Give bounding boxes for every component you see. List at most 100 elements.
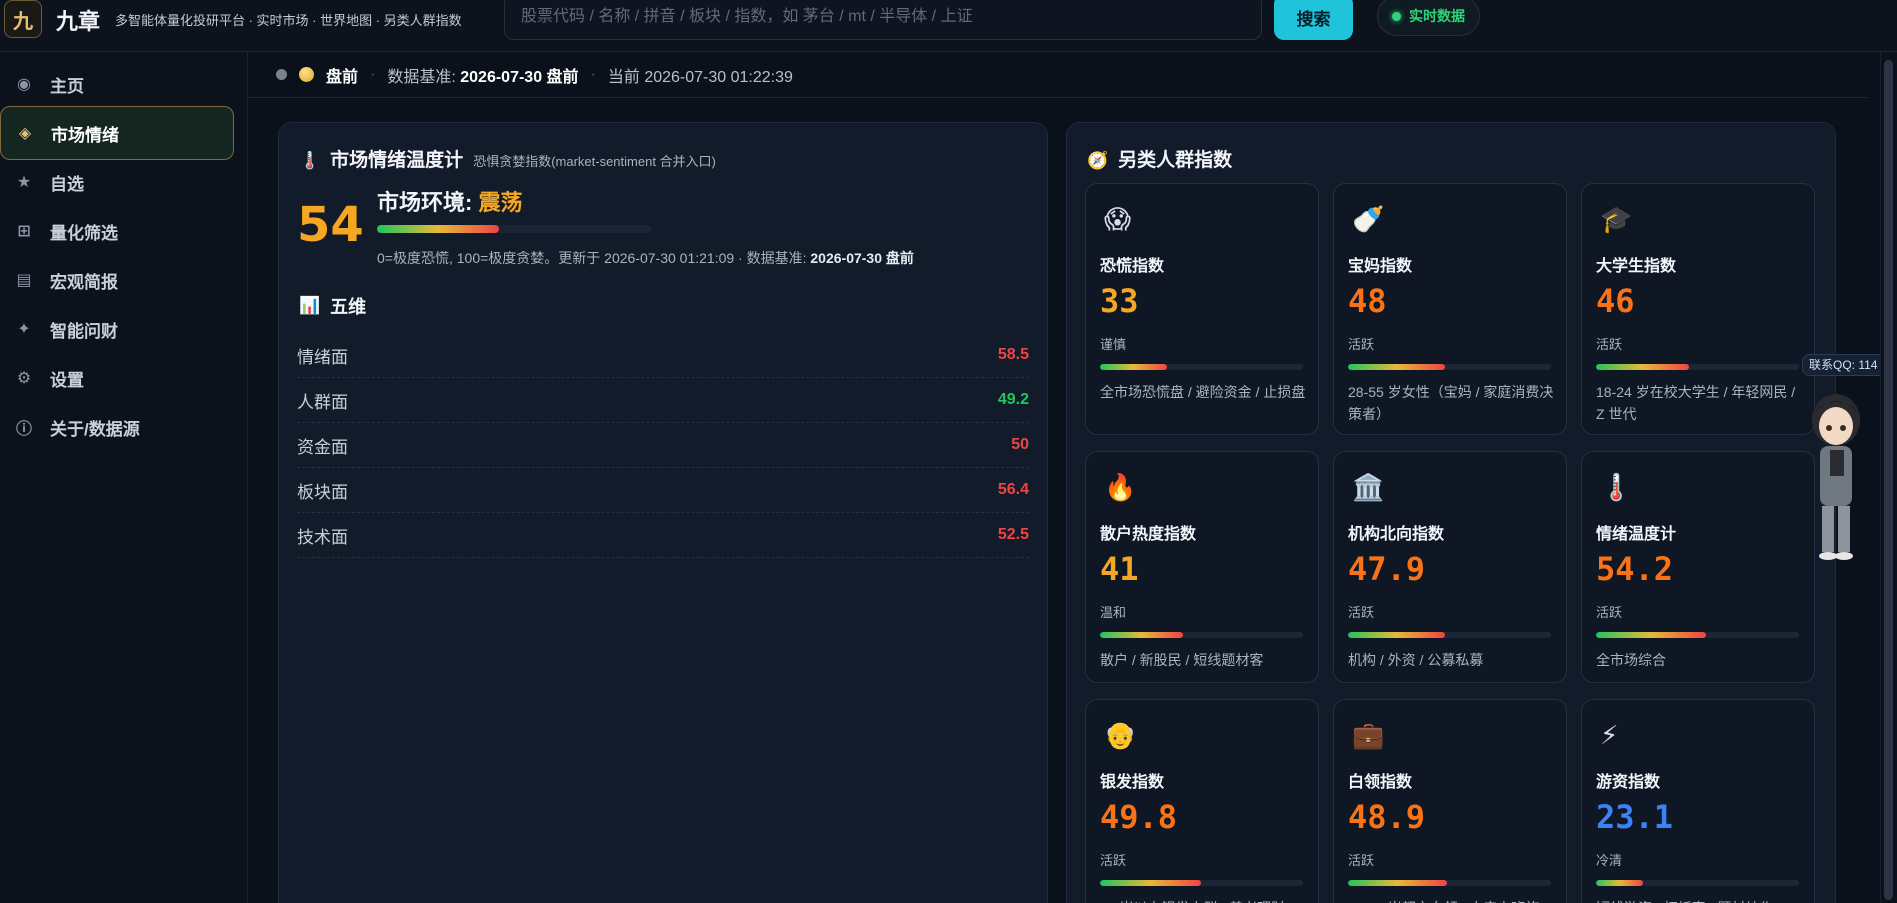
market-phase: 盘前 [326,68,359,86]
sidebar-item-label: 设置 [50,370,84,390]
sidebar-item-5[interactable]: ✦ 智能问财 [0,302,234,356]
gauge-note-base: 2026-07-30 盘前 [810,250,914,266]
market-environment: 市场环境: 震荡 [377,185,522,217]
card-value: 47.9 [1348,550,1426,588]
baby-bottle-icon: 🍼 [1352,204,1385,234]
scrollbar-thumb[interactable] [1884,60,1893,900]
sidebar-item-label: 市场情绪 [51,125,119,145]
sidebar-item-2[interactable]: ★ 自选 [0,155,234,209]
mascot-figure[interactable] [1796,380,1876,570]
card-level-bar-fill [1596,880,1643,886]
sparkle-icon: ✦ [17,321,31,338]
dimension-value: 56.4 [997,481,1029,498]
card-name: 机构北向指数 [1348,526,1445,543]
crowd-index-card[interactable]: 🏛️ 机构北向指数 47.9 活跃 机构 / 外资 / 公募私募 [1333,451,1567,683]
sidebar-item-4[interactable]: ▤ 宏观简报 [0,253,234,307]
crowd-index-card[interactable]: 🌡️ 情绪温度计 54.2 活跃 全市场综合 [1581,451,1815,683]
live-data-label: 实时数据 [1409,8,1465,24]
dimension-row: 资金面 50 [297,423,1029,468]
fire-icon: 🔥 [1104,472,1137,502]
card-description: 散户 / 新股民 / 短线题材客 [1100,652,1264,668]
card-name: 银发指数 [1100,774,1165,791]
dimension-name: 板块面 [297,482,348,502]
dimension-row: 人群面 49.2 [297,378,1029,423]
sidebar-item-label: 智能问财 [50,321,118,341]
crowd-index-card[interactable]: 🔥 散户热度指数 41 温和 散户 / 新股民 / 短线题材客 [1085,451,1319,683]
card-level-bar-fill [1100,880,1202,886]
card-value: 49.8 [1100,798,1178,836]
card-value: 41 [1100,550,1139,588]
dimension-value: 50 [1011,436,1029,453]
app-subtitle: 多智能体量化投研平台 · 实时市场 · 世界地图 · 另类人群指数 [115,13,462,28]
card-description: 短线游资 / 打板客 / 题材炒作 [1596,897,1802,903]
card-name: 大学生指数 [1596,258,1677,275]
crowd-index-card[interactable]: ⚡ 游资指数 23.1 冷清短线游资 / 打板客 / 题材炒作 [1581,699,1815,903]
top-bar: 九 九章 多智能体量化投研平台 · 实时市场 · 世界地图 · 另类人群指数 搜… [0,0,1897,52]
crowd-index-card[interactable]: 💼 白领指数 48.9 活跃 25-45 岁都市白领 / 中产上班族 [1333,699,1567,903]
card-description: 25-45 岁都市白领 / 中产上班族 [1348,897,1554,903]
crowd-index-card[interactable]: 🍼 宝妈指数 48 活跃 28-55 岁女性（宝妈 / 家庭消费决策者） [1333,183,1567,435]
sidebar-item-3[interactable]: ⊞ 量化筛选 [0,204,234,258]
search-input[interactable] [504,0,1262,40]
card-name: 宝妈指数 [1348,258,1413,275]
card-value: 48.9 [1348,798,1426,836]
dimension-value: 58.5 [997,346,1029,363]
card-value: 23.1 [1596,798,1674,836]
card-level: 活跃 [1348,337,1375,352]
card-value: 48 [1348,282,1387,320]
compass-icon: 🧭 [1087,151,1109,170]
card-level-bar-fill [1596,364,1690,370]
list-icon: ▤ [16,272,32,289]
dimension-name: 情绪面 [297,347,348,367]
card-name: 游资指数 [1596,774,1661,791]
grid-icon: ⊞ [17,223,31,240]
gauge-note-text: 0=极度恐慌, 100=极度贪婪。更新于 2026-07-30 01:21:09… [377,250,807,266]
star-icon: ★ [16,174,32,191]
gear-icon: ⚙ [16,370,32,387]
home-icon: ◉ [17,76,31,93]
card-level: 活跃 [1596,605,1623,620]
crowd-index-card[interactable]: 🎓 大学生指数 46 活跃 18-24 岁在校大学生 / 年轻网民 / Z 世代 [1581,183,1815,435]
card-name: 散户热度指数 [1100,526,1197,543]
sidebar-item-label: 主页 [50,76,84,96]
crowd-index-card[interactable]: 😱 恐慌指数 33 谨慎 全市场恐慌盘 / 避险资金 / 止损盘 [1085,183,1319,435]
sidebar-item-label: 量化筛选 [50,223,118,243]
status-dot-icon [276,69,287,80]
live-dot-icon [1392,11,1401,21]
sidebar-item-0[interactable]: ◉ 主页 [0,57,234,111]
search-button[interactable]: 搜索 [1274,0,1353,40]
card-level-bar-fill [1348,632,1446,638]
data-base: 数据基准: 2026-07-30 盘前 [387,63,578,87]
separator: · [370,65,376,83]
sentiment-title-row: 🌡️ 市场情绪温度计 恐惧贪婪指数(market-sentiment 合并入口) [299,145,716,172]
dimension-name: 人群面 [297,392,348,412]
card-level-bar-fill [1348,364,1446,370]
five-dim-title: 📊 五维 [299,293,366,319]
data-base-value: 2026-07-30 盘前 [460,68,579,86]
app-logo[interactable]: 九 [4,0,42,38]
card-level: 活跃 [1596,337,1623,352]
sidebar-item-label: 自选 [50,174,84,194]
sidebar-item-7[interactable]: ⓘ 关于/数据源 [0,400,234,454]
sidebar-item-6[interactable]: ⚙ 设置 [0,351,234,405]
card-level-bar [1596,364,1799,370]
crowd-index-card[interactable]: 👴 银发指数 49.8 活跃 55 岁以上银发人群 / 养老理财 [1085,699,1319,903]
live-data-badge[interactable]: 实时数据 [1377,0,1480,36]
card-level-bar [1348,880,1551,886]
card-level-bar [1100,364,1303,370]
card-level-bar-fill [1596,632,1707,638]
card-value: 54.2 [1596,550,1674,588]
sentiment-title: 市场情绪温度计 [330,150,464,171]
sentiment-gauge-fill [377,225,499,233]
thermometer-icon: 🌡️ [299,151,321,170]
sidebar-item-1[interactable]: ◈ 市场情绪 [0,106,234,160]
separator: · [590,65,596,83]
dimension-name: 技术面 [297,527,348,547]
sidebar-item-label: 宏观简报 [50,272,118,292]
current-time: 当前 2026-07-30 01:22:39 [607,68,793,86]
card-level: 活跃 [1348,605,1375,620]
data-base-label: 数据基准: [387,68,456,86]
card-value: 33 [1100,282,1139,320]
card-level: 活跃 [1100,853,1127,868]
sentiment-gauge [377,225,652,233]
